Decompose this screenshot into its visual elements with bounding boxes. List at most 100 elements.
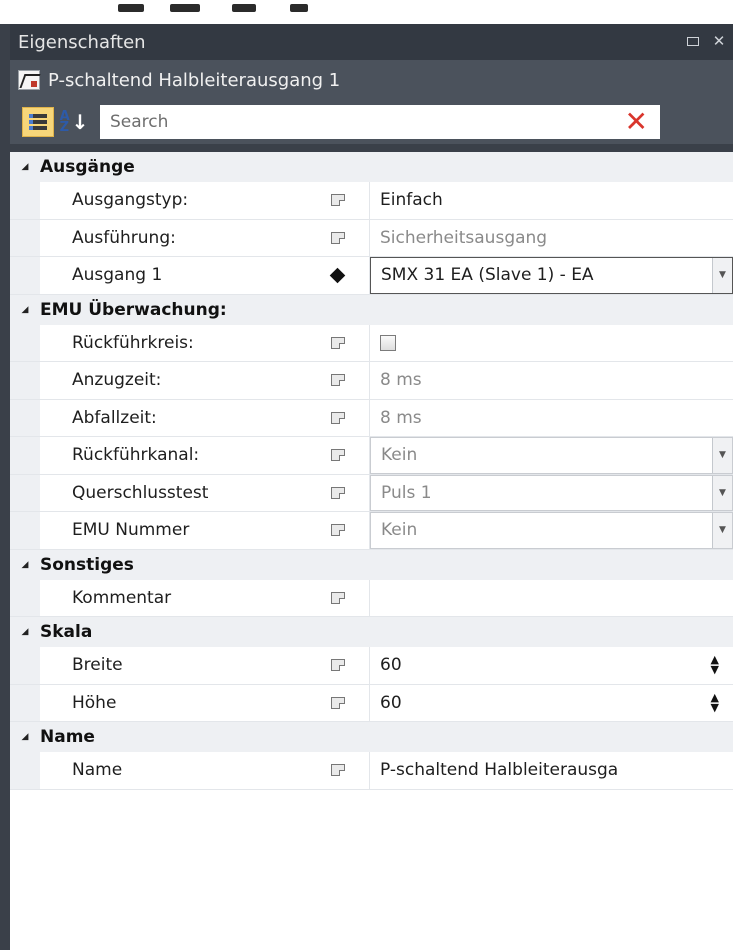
sort-az-icon: A Z ↓ [59,109,89,135]
property-marker-icon [331,194,345,207]
collapse-triangle-icon[interactable]: ◢ [10,560,40,570]
chevron-down-icon[interactable]: ▼ [712,438,732,473]
collapse-triangle-icon[interactable]: ◢ [10,162,40,172]
property-value: Einfach [380,190,443,211]
querschlusstest-dropdown[interactable]: Puls 1 ▼ [370,474,733,511]
selected-object-name: P-schaltend Halbleiterausgang 1 [48,69,341,91]
property-value[interactable]: 60 [380,693,402,713]
property-name: Name [72,760,123,781]
property-marker-icon [331,336,345,349]
property-marker-icon [331,449,345,462]
spinner-icon[interactable]: ▲ ▼ [711,654,719,675]
close-icon: ✕ [712,32,726,50]
property-row[interactable]: Name P-schaltend Halbleiterausga [10,752,733,790]
rueckfuehrkanal-dropdown[interactable]: Kein ▼ [370,437,733,474]
category-label: Skala [40,622,93,642]
property-value: Sicherheitsausgang [380,227,548,248]
properties-panel: Eigenschaften ✕ P-schaltend Halbleiterau… [0,24,733,950]
categorized-view-button[interactable] [22,107,54,137]
property-name: Querschlusstest [72,482,209,503]
collapse-triangle-icon[interactable]: ◢ [10,627,40,637]
chevron-down-icon[interactable]: ▼ [712,513,732,548]
property-marker-icon [331,374,345,387]
rueckfuehrkreis-checkbox[interactable] [380,334,396,351]
spinner-icon[interactable]: ▲ ▼ [711,692,719,713]
collapse-triangle-icon[interactable]: ◢ [10,732,40,742]
property-row[interactable]: Kommentar [10,579,733,617]
property-row[interactable]: Anzugzeit: 8 ms [10,362,733,400]
property-marker-icon [331,486,345,499]
property-name: Anzugzeit: [72,370,162,391]
property-name: Kommentar [72,587,172,608]
property-name: Ausgang 1 [72,265,163,286]
category-label: Name [40,727,95,747]
property-marker-icon [331,524,345,537]
category-label: EMU Überwachung: [40,299,227,320]
property-marker-icon [331,696,345,709]
category-label: Ausgänge [40,157,135,177]
sort-alphabetical-button[interactable]: A Z ↓ [58,107,90,137]
background-fragment [170,4,200,12]
dropdown-value: Puls 1 [381,482,432,503]
collapse-triangle-icon[interactable]: ◢ [10,305,40,315]
background-fragment [118,4,144,12]
close-button[interactable]: ✕ [711,32,727,50]
restore-icon [687,36,699,46]
property-marker-icon [331,411,345,424]
property-name: EMU Nummer [72,520,190,541]
category-sonstiges[interactable]: ◢ Sonstiges [10,549,733,580]
property-name: Ausführung: [72,227,176,248]
chevron-down-icon[interactable]: ▼ [712,475,732,510]
property-row[interactable]: Breite 60 ▲ ▼ [10,647,733,685]
background-strip [0,0,733,24]
selected-object-bar: P-schaltend Halbleiterausgang 1 [10,60,733,100]
property-row[interactable]: Rückführkanal: Kein ▼ [10,437,733,475]
chevron-down-icon[interactable]: ▼ [712,258,732,293]
category-ausgaenge[interactable]: ◢ Ausgänge [10,152,733,182]
search-input[interactable] [110,112,590,132]
property-row[interactable]: Ausgang 1 SMX 31 EA (Slave 1) - EA ▼ [10,257,733,295]
property-name: Breite [72,655,123,676]
property-name: Abfallzeit: [72,407,157,428]
panel-titlebar[interactable]: Eigenschaften ✕ [10,24,733,60]
property-row[interactable]: Höhe 60 ▲ ▼ [10,684,733,722]
property-row[interactable]: EMU Nummer Kein ▼ [10,512,733,550]
emu-nummer-dropdown[interactable]: Kein ▼ [370,512,733,549]
category-name[interactable]: ◢ Name [10,722,733,752]
panel-title: Eigenschaften [18,31,146,53]
property-value: 8 ms [380,370,422,391]
property-name: Rückführkanal: [72,445,200,466]
property-marker-icon [331,764,345,777]
dropdown-value: Kein [381,520,418,541]
property-grid: ◢ Ausgänge Ausgangstyp: Einfach Ausführu… [10,152,733,950]
property-marker-icon [331,591,345,604]
property-marker-icon [331,659,345,672]
property-value[interactable]: P-schaltend Halbleiterausga [380,760,618,780]
property-name: Höhe [72,692,117,713]
property-row[interactable]: Abfallzeit: 8 ms [10,399,733,437]
category-skala[interactable]: ◢ Skala [10,617,733,647]
search-box[interactable]: ✕ [100,105,660,139]
ausgang-1-dropdown[interactable]: SMX 31 EA (Slave 1) - EA ▼ [370,257,733,294]
dropdown-value: Kein [381,445,418,466]
clear-x-icon[interactable]: ✕ [625,108,648,136]
property-row[interactable]: Querschlusstest Puls 1 ▼ [10,474,733,512]
component-icon [18,70,40,90]
categorized-view-icon [29,113,47,131]
background-fragment [232,4,256,12]
background-fragment [290,4,308,12]
property-marker-icon [331,231,345,244]
property-name: Ausgangstyp: [72,190,189,211]
property-row[interactable]: Ausgangstyp: Einfach [10,182,733,220]
property-value: 8 ms [380,407,422,428]
diamond-marker-icon [329,267,346,284]
property-row[interactable]: Rückführkreis: [10,324,733,362]
property-value[interactable]: 60 [380,655,402,675]
property-toolbar: AZ↓ ✕ [10,100,733,144]
restore-button[interactable] [685,33,701,49]
category-label: Sonstiges [40,554,134,575]
dropdown-value: SMX 31 EA (Slave 1) - EA [381,265,594,286]
property-row[interactable]: Ausführung: Sicherheitsausgang [10,219,733,257]
category-emu-ueberwachung[interactable]: ◢ EMU Überwachung: [10,294,733,325]
property-name: Rückführkreis: [72,332,194,353]
